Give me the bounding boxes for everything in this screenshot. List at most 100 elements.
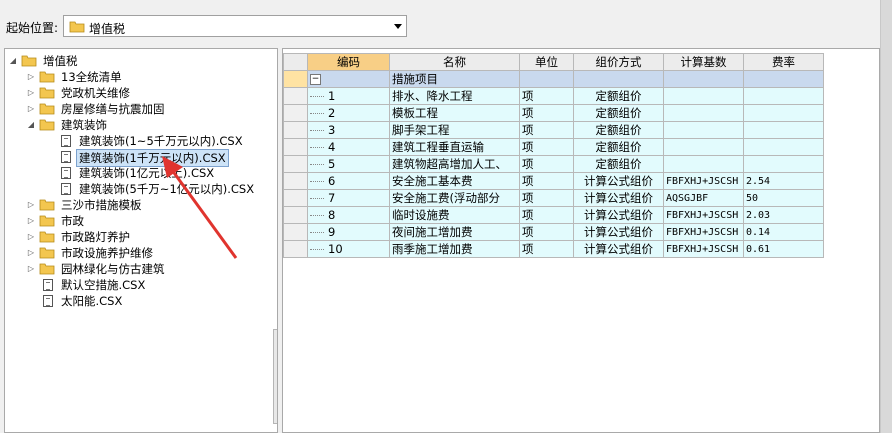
row-header[interactable] [283, 172, 308, 190]
row-header[interactable] [283, 155, 308, 173]
method-cell[interactable]: 计算公式组价 [573, 206, 664, 224]
base-cell[interactable]: AQSGJBF [663, 189, 744, 207]
base-cell[interactable] [663, 87, 744, 105]
tree-scrollbar[interactable] [273, 329, 277, 424]
rate-cell[interactable] [743, 155, 824, 173]
name-cell[interactable]: 安全施工基本费 [389, 172, 520, 190]
code-cell[interactable]: 4 [307, 138, 390, 156]
rate-cell[interactable] [743, 87, 824, 105]
row-header[interactable] [283, 87, 308, 105]
name-cell[interactable]: 排水、降水工程 [389, 87, 520, 105]
row-header[interactable] [283, 104, 308, 122]
expand-icon[interactable]: ▷ [27, 101, 35, 117]
table-row[interactable]: 3 脚手架工程项定额组价 [283, 121, 824, 139]
code-cell[interactable]: 2 [307, 104, 390, 122]
method-cell[interactable]: 定额组价 [573, 138, 664, 156]
unit-cell[interactable]: 项 [519, 240, 574, 258]
chevron-down-icon[interactable] [394, 24, 402, 29]
row-header[interactable] [283, 121, 308, 139]
method-cell[interactable]: 定额组价 [573, 87, 664, 105]
code-cell[interactable]: 1 [307, 87, 390, 105]
collapse-icon[interactable]: ◢ [9, 53, 17, 69]
method-cell[interactable]: 计算公式组价 [573, 172, 664, 190]
column-header-method[interactable]: 组价方式 [573, 53, 664, 71]
name-cell[interactable]: 临时设施费 [389, 206, 520, 224]
row-header[interactable] [283, 206, 308, 224]
column-header-code[interactable]: 编码 [307, 53, 390, 71]
expand-icon[interactable]: ▷ [27, 229, 35, 245]
expand-icon[interactable]: ▷ [27, 69, 35, 85]
group-row[interactable]: − 措施项目 [283, 70, 824, 88]
rate-cell[interactable]: 0.61 [743, 240, 824, 258]
unit-cell[interactable]: 项 [519, 104, 574, 122]
table-row[interactable]: 9 夜间施工增加费项计算公式组价 FBFXHJ+JSCSH 0.14 [283, 223, 824, 241]
base-cell[interactable] [663, 104, 744, 122]
table-row[interactable]: 2 模板工程项定额组价 [283, 104, 824, 122]
row-header[interactable] [283, 70, 308, 88]
cell[interactable] [663, 70, 744, 88]
base-cell[interactable] [663, 155, 744, 173]
base-cell[interactable] [663, 121, 744, 139]
collapse-icon[interactable]: − [310, 74, 321, 85]
base-cell[interactable] [663, 138, 744, 156]
unit-cell[interactable]: 项 [519, 155, 574, 173]
unit-cell[interactable]: 项 [519, 172, 574, 190]
expand-icon[interactable]: ▷ [27, 245, 35, 261]
unit-cell[interactable]: 项 [519, 206, 574, 224]
code-cell[interactable]: 3 [307, 121, 390, 139]
expand-icon[interactable]: ▷ [27, 197, 35, 213]
row-header[interactable] [283, 240, 308, 258]
column-header-name[interactable]: 名称 [389, 53, 520, 71]
table-row[interactable]: 1 排水、降水工程项定额组价 [283, 87, 824, 105]
method-cell[interactable]: 计算公式组价 [573, 223, 664, 241]
table-row[interactable]: 8 临时设施费项计算公式组价 FBFXHJ+JSCSH 2.03 [283, 206, 824, 224]
method-cell[interactable]: 定额组价 [573, 104, 664, 122]
table-row[interactable]: 4 建筑工程垂直运输项定额组价 [283, 138, 824, 156]
rate-cell[interactable] [743, 121, 824, 139]
name-cell[interactable]: 安全施工费(浮动部分 [389, 189, 520, 207]
group-code-cell[interactable]: − [307, 70, 390, 88]
table-row[interactable]: 6 安全施工基本费项计算公式组价 FBFXHJ+JSCSH 2.54 [283, 172, 824, 190]
method-cell[interactable]: 定额组价 [573, 121, 664, 139]
rate-cell[interactable]: 2.03 [743, 206, 824, 224]
base-cell[interactable]: FBFXHJ+JSCSH [663, 206, 744, 224]
table-row[interactable]: 7 安全施工费(浮动部分项计算公式组价 AQSGJBF 50 [283, 189, 824, 207]
base-cell[interactable]: FBFXHJ+JSCSH [663, 240, 744, 258]
name-cell[interactable]: 建筑工程垂直运输 [389, 138, 520, 156]
name-cell[interactable]: 建筑物超高增加人工、 [389, 155, 520, 173]
column-header-base[interactable]: 计算基数 [663, 53, 744, 71]
base-cell[interactable]: FBFXHJ+JSCSH [663, 223, 744, 241]
code-cell[interactable]: 5 [307, 155, 390, 173]
rate-cell[interactable]: 50 [743, 189, 824, 207]
row-header[interactable] [283, 223, 308, 241]
unit-cell[interactable]: 项 [519, 121, 574, 139]
collapse-icon[interactable]: ◢ [27, 117, 35, 133]
expand-icon[interactable]: ▷ [27, 213, 35, 229]
name-cell[interactable]: 夜间施工增加费 [389, 223, 520, 241]
unit-cell[interactable]: 项 [519, 87, 574, 105]
name-cell[interactable]: 模板工程 [389, 104, 520, 122]
unit-cell[interactable]: 项 [519, 223, 574, 241]
rate-cell[interactable]: 0.14 [743, 223, 824, 241]
method-cell[interactable]: 定额组价 [573, 155, 664, 173]
rate-cell[interactable] [743, 104, 824, 122]
code-cell[interactable]: 8 [307, 206, 390, 224]
row-header[interactable] [283, 138, 308, 156]
rate-cell[interactable] [743, 138, 824, 156]
name-cell[interactable]: 雨季施工增加费 [389, 240, 520, 258]
cell[interactable] [743, 70, 824, 88]
method-cell[interactable]: 计算公式组价 [573, 189, 664, 207]
row-header[interactable] [283, 189, 308, 207]
table-row[interactable]: 10 雨季施工增加费项计算公式组价 FBFXHJ+JSCSH 0.61 [283, 240, 824, 258]
unit-cell[interactable]: 项 [519, 138, 574, 156]
code-cell[interactable]: 10 [307, 240, 390, 258]
expand-icon[interactable]: ▷ [27, 85, 35, 101]
method-cell[interactable]: 计算公式组价 [573, 240, 664, 258]
code-cell[interactable]: 9 [307, 223, 390, 241]
table-row[interactable]: 5 建筑物超高增加人工、项定额组价 [283, 155, 824, 173]
group-name-cell[interactable]: 措施项目 [389, 70, 520, 88]
cell[interactable] [519, 70, 574, 88]
unit-cell[interactable]: 项 [519, 189, 574, 207]
rate-cell[interactable]: 2.54 [743, 172, 824, 190]
expand-icon[interactable]: ▷ [27, 261, 35, 277]
